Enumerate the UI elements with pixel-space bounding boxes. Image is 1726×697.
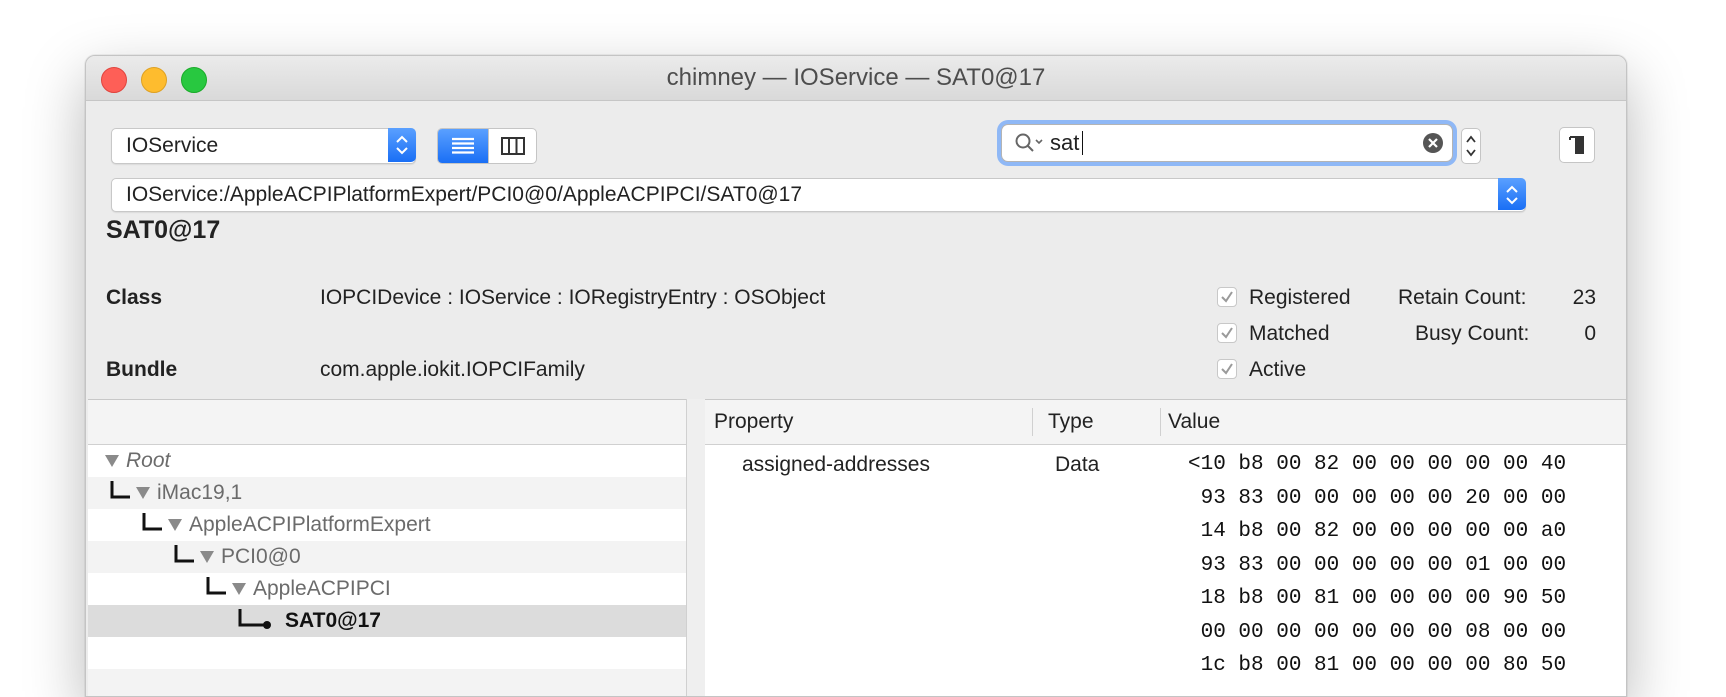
plane-select-stepper-icon: [388, 128, 416, 162]
retain-count-label: Retain Count:: [1398, 286, 1527, 309]
tree-item-label: Root: [126, 449, 171, 472]
check-icon: [1221, 363, 1233, 375]
tree-connector-icon: [142, 513, 162, 531]
tree-item-label: AppleACPIPCI: [253, 577, 391, 600]
active-checkbox[interactable]: [1217, 359, 1237, 379]
property-value-line: 1c b8 00 81 00 00 00 00 80 50: [1188, 654, 1567, 677]
property-column-header[interactable]: Property: [714, 400, 793, 444]
tree-row-platform-expert[interactable]: AppleACPIPlatformExpert: [88, 509, 686, 541]
disclosure-triangle-icon: [232, 583, 246, 595]
tree-column-header: [88, 400, 686, 445]
value-column-header[interactable]: Value: [1168, 400, 1220, 444]
disclosure-triangle-icon: [136, 487, 150, 499]
column-divider: [1160, 408, 1161, 436]
active-label: Active: [1249, 358, 1307, 381]
column-view-icon: [501, 137, 525, 155]
disclosure-triangle-icon: [105, 455, 119, 467]
tree-row-sat0-selected[interactable]: SAT0@17: [88, 605, 686, 637]
properties-header-row: Property Type Value: [705, 400, 1626, 445]
disclosure-triangle-icon: [200, 551, 214, 563]
tree-connector-icon: [174, 545, 194, 563]
window-title: chimney — IOService — SAT0@17: [666, 64, 1046, 91]
tree-row-empty: [88, 637, 686, 669]
matched-checkbox[interactable]: [1217, 323, 1237, 343]
registry-path-value: IOService:/AppleACPIPlatformExpert/PCI0@…: [126, 183, 803, 206]
retain-count-value: 23: [1572, 286, 1596, 309]
path-select-stepper-icon: [1498, 178, 1526, 210]
registered-label: Registered: [1249, 286, 1351, 309]
pane-splitter[interactable]: [686, 399, 706, 696]
tree-row-root[interactable]: Root: [88, 445, 686, 477]
tree-item-label: iMac19,1: [157, 481, 243, 504]
property-value-line: 00 00 00 00 00 00 00 08 00 00: [1188, 620, 1567, 644]
tree-item-label: AppleACPIPlatformExpert: [189, 513, 431, 536]
busy-count-value: 0: [1584, 322, 1596, 345]
disclosure-triangle-icon: [168, 519, 182, 531]
window: chimney — IOService — SAT0@17 IOService: [85, 55, 1627, 697]
clear-search-icon[interactable]: [1422, 132, 1444, 154]
stepper-arrows-icon: [1466, 135, 1476, 157]
search-icon: [1015, 133, 1043, 152]
type-column-header[interactable]: Type: [1048, 400, 1094, 444]
class-label: Class: [106, 286, 163, 309]
property-name-cell: assigned-addresses: [742, 453, 930, 476]
inspector-icon: [1569, 136, 1584, 154]
property-value-line: 93 83 00 00 00 00 00 20 00 00: [1188, 486, 1567, 510]
text-cursor: [1082, 131, 1083, 155]
tree-connector-icon: [206, 577, 226, 595]
property-value-line: 93 83 00 00 00 00 00 01 00 00: [1188, 553, 1567, 577]
property-value-line: 14 b8 00 82 00 00 00 00 00 a0: [1188, 520, 1567, 543]
bundle-value: com.apple.iokit.IOPCIFamily: [320, 358, 585, 381]
column-view-button[interactable]: [488, 129, 536, 163]
search-stepper[interactable]: [1461, 128, 1481, 164]
plane-select[interactable]: IOService: [111, 128, 416, 164]
class-value: IOPCIDevice : IOService : IORegistryEntr…: [320, 286, 826, 309]
check-icon: [1221, 291, 1233, 303]
matched-label: Matched: [1249, 322, 1330, 345]
view-mode-control: [437, 128, 537, 164]
tree-row-apple-acpi-pci[interactable]: AppleACPIPCI: [88, 573, 686, 605]
property-value-line: <10 b8 00 82 00 00 00 00 00 40: [1188, 453, 1567, 476]
check-icon: [1221, 327, 1233, 339]
tree-row-pci0[interactable]: PCI0@0: [88, 541, 686, 573]
search-input: sat: [1050, 130, 1080, 155]
entry-name: SAT0@17: [106, 216, 221, 244]
title-bar: chimney — IOService — SAT0@17: [86, 56, 1626, 101]
tree-row-empty: [88, 669, 686, 696]
property-type-cell: Data: [1055, 453, 1100, 476]
tree-row-imac[interactable]: iMac19,1: [88, 477, 686, 509]
tree-leaf-connector-icon: [238, 609, 271, 629]
registry-tree: Root iMac19,1 AppleACPIPlatformExpert PC…: [88, 399, 686, 696]
tree-item-label: SAT0@17: [285, 609, 381, 632]
plane-select-value: IOService: [126, 134, 219, 157]
registry-path-select[interactable]: IOService:/AppleACPIPlatformExpert/PCI0@…: [111, 178, 1526, 212]
column-divider: [1032, 408, 1033, 436]
search-field[interactable]: sat: [1001, 124, 1453, 162]
registered-checkbox[interactable]: [1217, 287, 1237, 307]
list-view-icon: [452, 137, 474, 154]
list-view-button[interactable]: [438, 129, 488, 163]
property-value-line: 18 b8 00 81 00 00 00 00 90 50: [1188, 587, 1567, 610]
inspector-toggle-button[interactable]: [1559, 127, 1595, 163]
bundle-label: Bundle: [106, 358, 178, 381]
busy-count-label: Busy Count:: [1415, 322, 1530, 345]
tree-item-label: PCI0@0: [221, 545, 301, 568]
tree-connector-icon: [110, 481, 130, 499]
